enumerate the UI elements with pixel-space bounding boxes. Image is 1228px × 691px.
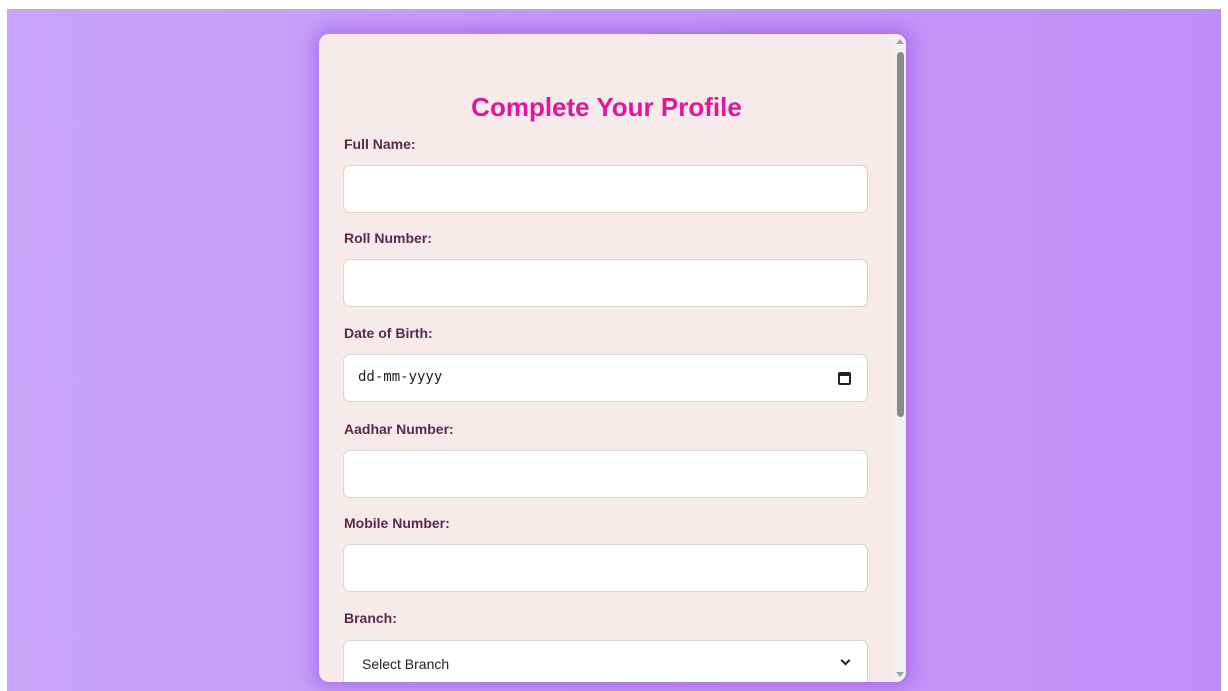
vertical-scrollbar[interactable]: [894, 34, 906, 682]
full-name-input[interactable]: [343, 165, 868, 213]
aadhar-number-input[interactable]: [343, 450, 868, 498]
roll-number-input[interactable]: [343, 259, 868, 307]
date-of-birth-label: Date of Birth:: [344, 325, 433, 341]
form-title: Complete Your Profile: [471, 92, 742, 122]
aadhar-number-label: Aadhar Number:: [344, 421, 454, 437]
scrollbar-thumb[interactable]: [897, 52, 904, 417]
chevron-down-icon: [840, 655, 851, 666]
branch-label: Branch:: [344, 610, 397, 626]
page-background: Complete Your Profile Full Name: Roll Nu…: [7, 9, 1221, 691]
date-of-birth-input[interactable]: dd-mm-yyyy: [343, 354, 868, 402]
full-name-label: Full Name:: [344, 136, 416, 152]
branch-selected-value: Select Branch: [362, 656, 450, 672]
scroll-up-arrow-icon[interactable]: [896, 39, 904, 44]
mobile-number-label: Mobile Number:: [344, 515, 450, 531]
profile-form-card: Complete Your Profile Full Name: Roll Nu…: [319, 34, 906, 682]
scroll-down-arrow-icon[interactable]: [896, 672, 904, 677]
branch-select[interactable]: Select Branch: [343, 640, 868, 682]
calendar-icon[interactable]: [838, 372, 851, 385]
mobile-number-input[interactable]: [343, 544, 868, 592]
date-placeholder: dd-mm-yyyy: [358, 369, 443, 385]
roll-number-label: Roll Number:: [344, 230, 432, 246]
form-scroll-area[interactable]: Complete Your Profile Full Name: Roll Nu…: [319, 34, 894, 682]
